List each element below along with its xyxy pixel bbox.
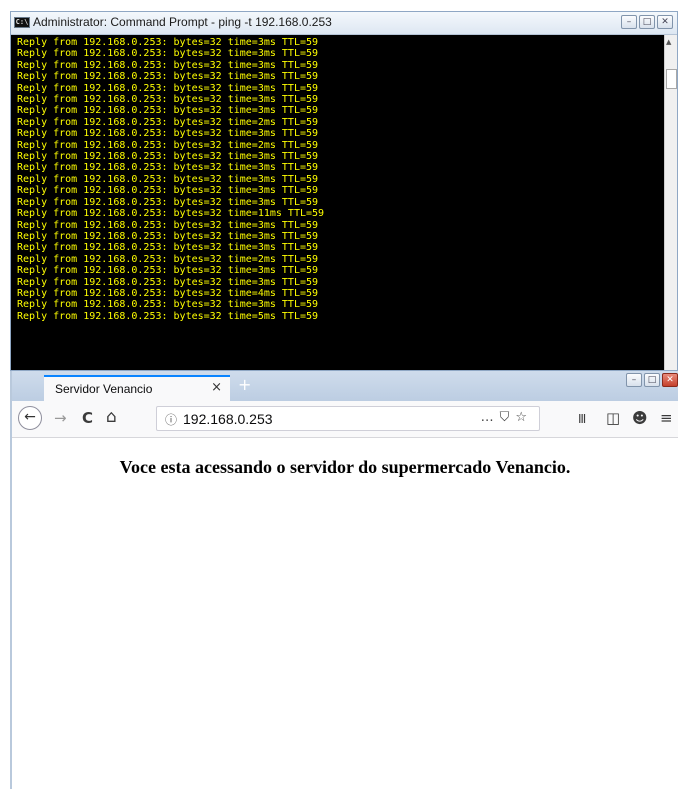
cmd-output-line: Reply from 192.168.0.253: bytes=32 time=… xyxy=(17,105,319,117)
browser-window-controls: – □ ✕ xyxy=(626,373,678,387)
cmd-output-line: Reply from 192.168.0.253: bytes=32 time=… xyxy=(17,185,319,197)
page-heading: Voce esta acessando o servidor do superm… xyxy=(119,457,571,477)
sidebar-icon[interactable]: ◫ xyxy=(606,409,620,427)
page-actions-menu-icon[interactable]: … xyxy=(481,410,500,425)
hamburger-menu-icon[interactable]: ≡ xyxy=(660,409,673,427)
new-tab-button[interactable]: + xyxy=(238,375,251,394)
url-bar[interactable]: ⓘ 192.168.0.253 …⛉☆ xyxy=(156,406,540,431)
back-button[interactable]: ← xyxy=(18,406,42,430)
cmd-output-line: Reply from 192.168.0.253: bytes=32 time=… xyxy=(17,173,319,185)
cmd-output-line: Reply from 192.168.0.253: bytes=32 time=… xyxy=(17,48,319,60)
tab-servidor-venancio[interactable]: Servidor Venancio × xyxy=(44,375,230,401)
reload-icon[interactable]: C xyxy=(82,409,93,427)
cmd-output-line: Reply from 192.168.0.253: bytes=32 time=… xyxy=(17,71,319,83)
bookmark-star-icon[interactable]: ☆ xyxy=(515,410,533,425)
cmd-scrollbar[interactable]: ▲ xyxy=(664,35,677,370)
cmd-output-line: Reply from 192.168.0.253: bytes=32 time=… xyxy=(17,82,319,94)
cmd-output-line: Reply from 192.168.0.253: bytes=32 time=… xyxy=(17,37,319,48)
cmd-output-line: Reply from 192.168.0.253: bytes=32 time=… xyxy=(17,219,319,231)
browser-maximize-button[interactable]: □ xyxy=(644,373,660,387)
cmd-output-line: Reply from 192.168.0.253: bytes=32 time=… xyxy=(17,128,319,140)
cmd-maximize-button[interactable]: □ xyxy=(639,15,655,29)
scrollbar-thumb[interactable] xyxy=(666,69,677,89)
browser-window: Servidor Venancio × + – □ ✕ ← → C ⌂ ⓘ 19… xyxy=(10,371,678,789)
cmd-output-line: Reply from 192.168.0.253: bytes=32 time=… xyxy=(17,299,319,311)
cmd-output-line: Reply from 192.168.0.253: bytes=32 time=… xyxy=(17,287,319,299)
command-prompt-window: C:\ Administrator: Command Prompt - ping… xyxy=(10,11,678,371)
cmd-window-controls: – □ ✕ xyxy=(621,15,673,29)
cmd-window-title: Administrator: Command Prompt - ping -t … xyxy=(33,15,332,29)
cmd-output-line: Reply from 192.168.0.253: bytes=32 time=… xyxy=(17,116,319,128)
forward-arrow-icon[interactable]: → xyxy=(54,409,67,427)
cmd-output-line: Reply from 192.168.0.253: bytes=32 time=… xyxy=(17,162,319,174)
command-prompt-icon: C:\ xyxy=(14,17,30,28)
url-text[interactable]: 192.168.0.253 xyxy=(183,411,273,427)
cmd-output[interactable]: Reply from 192.168.0.253: bytes=32 time=… xyxy=(11,35,665,370)
cmd-titlebar[interactable]: C:\ Administrator: Command Prompt - ping… xyxy=(11,12,677,35)
cmd-output-line: Reply from 192.168.0.253: bytes=32 time=… xyxy=(17,151,319,163)
pocket-icon[interactable]: ⛉ xyxy=(500,410,516,425)
tab-label: Servidor Venancio xyxy=(55,382,153,396)
cmd-output-line: Reply from 192.168.0.253: bytes=32 time=… xyxy=(17,196,319,208)
cmd-output-line: Reply from 192.168.0.253: bytes=32 time=… xyxy=(17,59,319,71)
page-content: Voce esta acessando o servidor do superm… xyxy=(12,438,678,789)
cmd-output-line: Reply from 192.168.0.253: bytes=32 time=… xyxy=(17,310,319,322)
site-info-icon[interactable]: ⓘ xyxy=(165,411,177,428)
home-icon[interactable]: ⌂ xyxy=(106,408,117,426)
cmd-output-line: Reply from 192.168.0.253: bytes=32 time=… xyxy=(17,208,325,220)
cmd-output-line: Reply from 192.168.0.253: bytes=32 time=… xyxy=(17,265,319,277)
cmd-output-line: Reply from 192.168.0.253: bytes=32 time=… xyxy=(17,276,319,288)
cmd-output-line: Reply from 192.168.0.253: bytes=32 time=… xyxy=(17,242,319,254)
library-icon[interactable]: Ⅲ xyxy=(578,410,586,428)
scroll-up-arrow-icon[interactable]: ▲ xyxy=(666,38,671,46)
close-tab-icon[interactable]: × xyxy=(211,380,222,395)
page-actions: …⛉☆ xyxy=(481,410,533,425)
cmd-output-line: Reply from 192.168.0.253: bytes=32 time=… xyxy=(17,94,319,106)
browser-close-button[interactable]: ✕ xyxy=(662,373,678,387)
cmd-output-line: Reply from 192.168.0.253: bytes=32 time=… xyxy=(17,253,319,265)
cmd-output-line: Reply from 192.168.0.253: bytes=32 time=… xyxy=(17,230,319,242)
tab-strip: Servidor Venancio × + – □ ✕ xyxy=(12,371,678,401)
browser-minimize-button[interactable]: – xyxy=(626,373,642,387)
account-icon[interactable]: ☻ xyxy=(632,409,648,427)
navigation-toolbar: ← → C ⌂ ⓘ 192.168.0.253 …⛉☆ Ⅲ ◫ ☻ ≡ xyxy=(12,401,678,438)
cmd-minimize-button[interactable]: – xyxy=(621,15,637,29)
cmd-output-line: Reply from 192.168.0.253: bytes=32 time=… xyxy=(17,139,319,151)
cmd-close-button[interactable]: ✕ xyxy=(657,15,673,29)
